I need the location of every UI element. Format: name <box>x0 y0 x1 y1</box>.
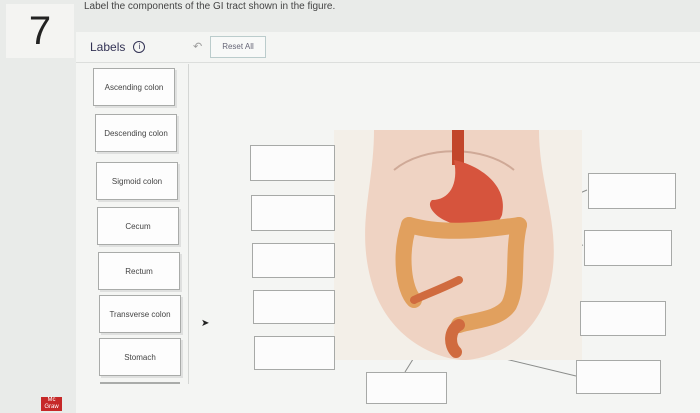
drop-target-8[interactable] <box>580 301 666 336</box>
mouse-cursor-icon: ➤ <box>201 318 210 329</box>
drop-target-9[interactable] <box>576 360 661 394</box>
drop-target-5[interactable] <box>254 336 335 370</box>
drop-target-7[interactable] <box>584 230 672 266</box>
drop-target-3[interactable] <box>252 243 335 278</box>
drop-target-2[interactable] <box>251 195 335 231</box>
mcgraw-hill-logo: Mc Graw <box>41 397 62 411</box>
drop-target-4[interactable] <box>253 290 335 324</box>
drop-target-6[interactable] <box>588 173 676 209</box>
drop-target-10[interactable] <box>366 372 447 404</box>
drop-target-1[interactable] <box>250 145 335 181</box>
gi-tract-figure <box>334 130 582 360</box>
